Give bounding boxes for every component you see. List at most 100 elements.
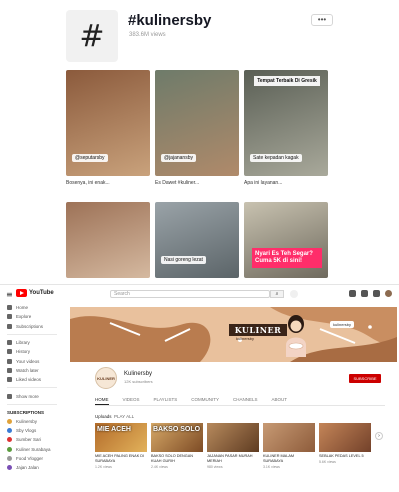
- sidebar-item-label: Explore: [16, 314, 32, 320]
- video-card[interactable]: MIE ACEH MIE ACEH PALING ENAK DI SURABAYA…: [95, 423, 147, 469]
- sidebar-divider: [7, 403, 57, 405]
- subscription-avatar: [7, 428, 12, 434]
- play-logo-icon: [16, 289, 27, 297]
- video-thumbnail[interactable]: [207, 423, 259, 452]
- tab-home[interactable]: HOME: [95, 396, 109, 405]
- mic-icon[interactable]: [290, 290, 298, 298]
- video-meta: 5.6K views: [319, 460, 336, 464]
- hashtag-title: #kulinersby: [128, 12, 212, 29]
- subscription-label: Food Vlogger: [16, 456, 44, 461]
- sidebar-item[interactable]: Watch later: [0, 366, 64, 375]
- video-card[interactable]: JAJANAN PASAR MURAH MERIAH 980 views: [207, 423, 259, 469]
- create-icon[interactable]: [349, 290, 356, 297]
- tiktok-hashtag-page: # #kulinersby 383.6M views ••• @seputars…: [0, 0, 399, 280]
- sidebar-item[interactable]: Your videos: [0, 356, 64, 365]
- sidebar-item[interactable]: Subscriptions: [0, 322, 64, 331]
- subscription-item[interactable]: Kuliner Surabaya: [0, 445, 64, 454]
- video-meta: 2.4K views: [151, 465, 168, 469]
- video-card[interactable]: BAKSO SOLO BAKSO SOLO DENGAN KUAH GURIH 2.…: [151, 423, 203, 469]
- subscription-item[interactable]: Sumber Sari: [0, 435, 64, 444]
- video-caption[interactable]: Apa ini layanan...: [244, 180, 328, 186]
- video-thumbnail[interactable]: MIE ACEH: [95, 423, 147, 452]
- sidebar-item[interactable]: Show more: [0, 391, 64, 400]
- video-title[interactable]: BAKSO SOLO DENGAN KUAH GURIH: [151, 454, 203, 464]
- video-tag: @seputarsby: [72, 154, 108, 162]
- sidebar-item-icon: [7, 349, 12, 355]
- video-title[interactable]: JAJANAN PASAR MURAH MERIAH: [207, 454, 259, 464]
- tab-videos[interactable]: VIDEOS: [123, 396, 140, 405]
- subscription-label: Sumber Sari: [16, 437, 42, 443]
- play-all-button[interactable]: PLAY ALL: [114, 414, 134, 419]
- video-caption[interactable]: Bosenya, ini enak...: [66, 180, 150, 186]
- video-shelf: MIE ACEH MIE ACEH PALING ENAK DI SURABAYA…: [95, 423, 385, 483]
- video-meta: 3.1K views: [263, 465, 280, 469]
- more-options-button[interactable]: •••: [311, 14, 333, 26]
- menu-icon[interactable]: ≡: [6, 290, 13, 299]
- video-tag: Sate kepadan kagak: [250, 154, 302, 162]
- sidebar-item[interactable]: Liked videos: [0, 375, 64, 384]
- sidebar-item-icon: [7, 323, 12, 329]
- video-tile[interactable]: @jajanansby: [155, 70, 239, 176]
- video-thumbnail[interactable]: BAKSO SOLO: [151, 423, 203, 452]
- tab-community[interactable]: COMMUNITY: [191, 396, 219, 405]
- sidebar-item[interactable]: Explore: [0, 312, 64, 321]
- video-card[interactable]: SEBLAK PEDAS LEVEL 5 5.6K views: [319, 423, 371, 464]
- tab-about[interactable]: ABOUT: [271, 396, 287, 405]
- subscribe-button[interactable]: SUBSCRIBE: [349, 374, 381, 383]
- video-tile[interactable]: Tempat Terbaik Di Gresik Sate kepadan kag…: [244, 70, 328, 176]
- sidebar-item-label: Library: [16, 340, 30, 346]
- banner-subtitle: kulinersby: [236, 336, 255, 341]
- sidebar-item-icon: [7, 377, 12, 383]
- video-tag: Nasi goreng lezat: [161, 256, 206, 264]
- sidebar-item-icon: [7, 367, 12, 373]
- tab-playlists[interactable]: PLAYLISTS: [154, 396, 178, 405]
- search-button[interactable]: ⌕: [270, 290, 284, 298]
- subscription-item[interactable]: Food Vlogger: [0, 454, 64, 463]
- channel-avatar[interactable]: KULINER: [95, 367, 117, 389]
- youtube-logo[interactable]: YouTube: [16, 289, 54, 297]
- sidebar-item[interactable]: Home: [0, 303, 64, 312]
- channel-subscribers: 12K subscribers: [124, 379, 153, 384]
- sidebar-item[interactable]: Library: [0, 338, 64, 347]
- video-meta: 980 views: [207, 465, 223, 469]
- thumbnail-text: BAKSO SOLO: [153, 426, 201, 433]
- subscription-label: Sby Vlogs: [16, 428, 37, 434]
- notifications-icon[interactable]: [373, 290, 380, 297]
- video-title[interactable]: KULINER MALAM SURABAYA: [263, 454, 315, 464]
- banner-title: KULINER: [229, 324, 287, 336]
- video-tile[interactable]: Nasi goreng lezat: [155, 202, 239, 278]
- channel-banner: KULINER kulinersby kulinersby: [70, 307, 397, 362]
- video-tile[interactable]: Nyari Es Teh Segar? Cuma 5K di sini!: [244, 202, 328, 278]
- banner-handle: kulinersby: [330, 321, 355, 328]
- video-tile[interactable]: [66, 202, 150, 278]
- apps-icon[interactable]: [361, 290, 368, 297]
- subscription-avatar: [7, 418, 12, 424]
- top-bar: ≡ YouTube Search ⌕: [0, 285, 399, 301]
- channel-tabs: HOME VIDEOS PLAYLISTS COMMUNITY CHANNELS ABOU…: [95, 396, 385, 406]
- tab-channels[interactable]: CHANNELS: [233, 396, 258, 405]
- subscription-item[interactable]: Kulinersby: [0, 417, 64, 426]
- video-title[interactable]: SEBLAK PEDAS LEVEL 5: [319, 454, 371, 459]
- sidebar-item-label: Liked videos: [16, 377, 42, 383]
- channel-name: Kulinersby: [124, 371, 153, 377]
- sidebar-item-icon: [7, 305, 12, 311]
- account-avatar[interactable]: [385, 290, 392, 297]
- sidebar-item[interactable]: History: [0, 347, 64, 356]
- sidebar-item-icon: [7, 358, 12, 364]
- subscription-item[interactable]: Jajan Jalan: [0, 463, 64, 472]
- sidebar-item-icon: [7, 314, 12, 320]
- video-title[interactable]: MIE ACEH PALING ENAK DI SURABAYA: [95, 454, 147, 464]
- search-input[interactable]: Search: [110, 290, 270, 298]
- sidebar: Home Explore Subscriptions Library History Yo…: [0, 303, 64, 492]
- subscription-avatar: [7, 446, 12, 452]
- subscription-label: Kulinersby: [16, 418, 38, 424]
- video-thumbnail[interactable]: [319, 423, 371, 452]
- video-card[interactable]: KULINER MALAM SURABAYA 3.1K views: [263, 423, 315, 469]
- subscription-item[interactable]: Sby Vlogs: [0, 426, 64, 435]
- next-arrow-icon[interactable]: ›: [375, 432, 383, 440]
- video-tile[interactable]: @seputarsby: [66, 70, 150, 176]
- subscription-avatar: [7, 465, 12, 471]
- video-caption[interactable]: Es Dawet #kuliner...: [155, 180, 239, 186]
- video-thumbnail[interactable]: [263, 423, 315, 452]
- sidebar-item-label: Watch later: [16, 367, 39, 373]
